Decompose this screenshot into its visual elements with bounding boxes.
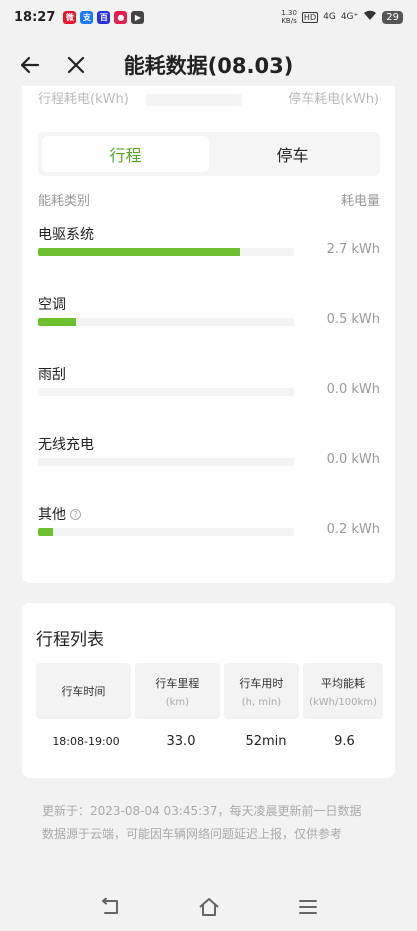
- close-icon: [67, 56, 85, 74]
- energy-category-row: 其他? 0.2 kWh: [38, 504, 380, 544]
- consumption-bar-fill: [38, 248, 241, 256]
- category-label: 雨刮: [38, 367, 66, 383]
- column-label: 行车时间: [61, 685, 106, 698]
- app-red-icon: ●: [114, 10, 128, 24]
- column-unit: (kWh/100km): [309, 696, 377, 708]
- energy-category-row: 雨刮 0.0 kWh: [38, 364, 380, 404]
- category-name: 无线充电: [38, 434, 94, 454]
- column-label: 行车里程: [155, 676, 200, 690]
- update-time-text: 更新于：2023-08-04 03:45:37，每天凌晨更新前一日数据: [42, 804, 362, 818]
- energy-category-row: 无线充电 0.0 kWh: [38, 434, 380, 474]
- column-header-avg-consumption: 平均能耗 (kWh/100km): [302, 663, 384, 719]
- status-right: 1.30 KB/s HD 4G 4G⁺ 29: [281, 9, 403, 25]
- system-back-icon: [101, 897, 118, 914]
- trip-distance: 33.0: [166, 733, 196, 749]
- close-button[interactable]: [62, 51, 90, 79]
- summary-divider: [146, 94, 242, 106]
- energy-header: 能耗类别 耗电量: [38, 190, 380, 209]
- status-bar: 18:27 微 支 百 ● ▶ 1.30 KB/s HD 4G 4G⁺ 29: [0, 0, 417, 34]
- category-name: 空调: [38, 294, 66, 314]
- summary-row-clipped: 行程耗电(kWh) 停车耗电(kWh): [22, 86, 395, 106]
- signal-1: 4G: [323, 12, 336, 22]
- trip-avg-consumption: 9.6: [334, 733, 355, 749]
- system-nav-bar: [0, 882, 417, 931]
- consumption-value: 0.5 kWh: [326, 312, 380, 327]
- column-header-time: 行车时间: [36, 663, 131, 719]
- trip-list-card: 行程列表 行车时间 行车里程 (km) 行车用时 (h, min) 平均能耗 (…: [22, 603, 395, 778]
- notification-icons: 微 支 百 ● ▶: [63, 10, 145, 24]
- energy-card: 行程耗电(kWh) 停车耗电(kWh) 行程 停车 能耗类别 耗电量 电驱系统 2…: [22, 86, 395, 583]
- trip-parking-toggle: 行程 停车: [38, 132, 380, 176]
- media-icon: ▶: [131, 10, 145, 24]
- consumption-header: 耗电量: [340, 194, 380, 209]
- category-name: 雨刮: [38, 364, 66, 384]
- category-name: 电驱系统: [38, 224, 94, 244]
- home-icon: [198, 897, 219, 916]
- column-header-distance: 行车里程 (km): [134, 663, 220, 719]
- consumption-bar-fill: [38, 318, 77, 326]
- update-note: 更新于：2023-08-04 03:45:37，每天凌晨更新前一日数据 数据源于…: [42, 800, 361, 846]
- category-name: 其他?: [38, 504, 81, 524]
- trip-table: 行车时间 行车里程 (km) 行车用时 (h, min) 平均能耗 (kWh/1…: [36, 663, 384, 763]
- system-menu-button[interactable]: [294, 893, 322, 921]
- column-header-duration: 行车用时 (h, min): [223, 663, 299, 719]
- menu-icon: [298, 899, 317, 914]
- trip-energy-label: 行程耗电(kWh): [38, 92, 129, 106]
- category-label: 其他: [38, 507, 66, 523]
- column-unit: (km): [165, 696, 190, 708]
- back-button[interactable]: [16, 51, 44, 79]
- help-icon[interactable]: ?: [70, 508, 81, 520]
- consumption-bar-track: [38, 248, 294, 256]
- wifi-icon: [363, 10, 377, 24]
- consumption-bar-fill: [38, 528, 54, 536]
- category-label: 电驱系统: [38, 227, 94, 243]
- battery-indicator: 29: [382, 10, 403, 24]
- column-label: 平均能耗: [320, 676, 365, 690]
- trip-time: 18:08-19:00: [52, 734, 120, 748]
- column-label: 行车用时: [239, 676, 284, 690]
- status-time: 18:27: [14, 9, 56, 25]
- tab-trip[interactable]: 行程: [42, 136, 209, 172]
- category-header: 能耗类别: [38, 194, 91, 209]
- signal-2: 4G⁺: [340, 12, 359, 22]
- consumption-value: 0.0 kWh: [326, 382, 380, 397]
- energy-category-row: 空调 0.5 kWh: [38, 294, 380, 334]
- hd-badge: HD: [301, 11, 319, 23]
- trip-duration: 52min: [245, 733, 287, 749]
- parking-energy-label: 停车耗电(kWh): [288, 92, 379, 106]
- tab-parking[interactable]: 停车: [209, 136, 376, 172]
- trip-list-title: 行程列表: [36, 630, 104, 650]
- consumption-bar-track: [38, 458, 294, 466]
- consumption-value: 0.0 kWh: [326, 452, 380, 467]
- trip-table-header: 行车时间 行车里程 (km) 行车用时 (h, min) 平均能耗 (kWh/1…: [36, 663, 384, 719]
- weibo-icon: 微: [63, 10, 77, 24]
- consumption-bar-track: [38, 388, 294, 396]
- data-source-text: 数据源于云端，可能因车辆网络问题延迟上报，仅供参考: [42, 827, 343, 841]
- category-label: 无线充电: [38, 437, 94, 453]
- net-speed: 1.30 KB/s: [281, 9, 297, 25]
- consumption-value: 0.2 kWh: [326, 522, 380, 537]
- column-unit: (h, min): [241, 696, 282, 708]
- baidu-icon: 百: [97, 10, 111, 24]
- system-back-button[interactable]: [96, 893, 124, 921]
- back-arrow-icon: [20, 56, 40, 74]
- category-label: 空调: [38, 297, 66, 313]
- consumption-bar-track: [38, 528, 294, 536]
- alipay-icon: 支: [80, 10, 94, 24]
- consumption-value: 2.7 kWh: [326, 242, 380, 257]
- consumption-bar-track: [38, 318, 294, 326]
- table-row[interactable]: 18:08-19:00 33.0 52min 9.6: [36, 719, 383, 763]
- system-home-button[interactable]: [195, 893, 223, 921]
- energy-category-row: 电驱系统 2.7 kWh: [38, 224, 380, 264]
